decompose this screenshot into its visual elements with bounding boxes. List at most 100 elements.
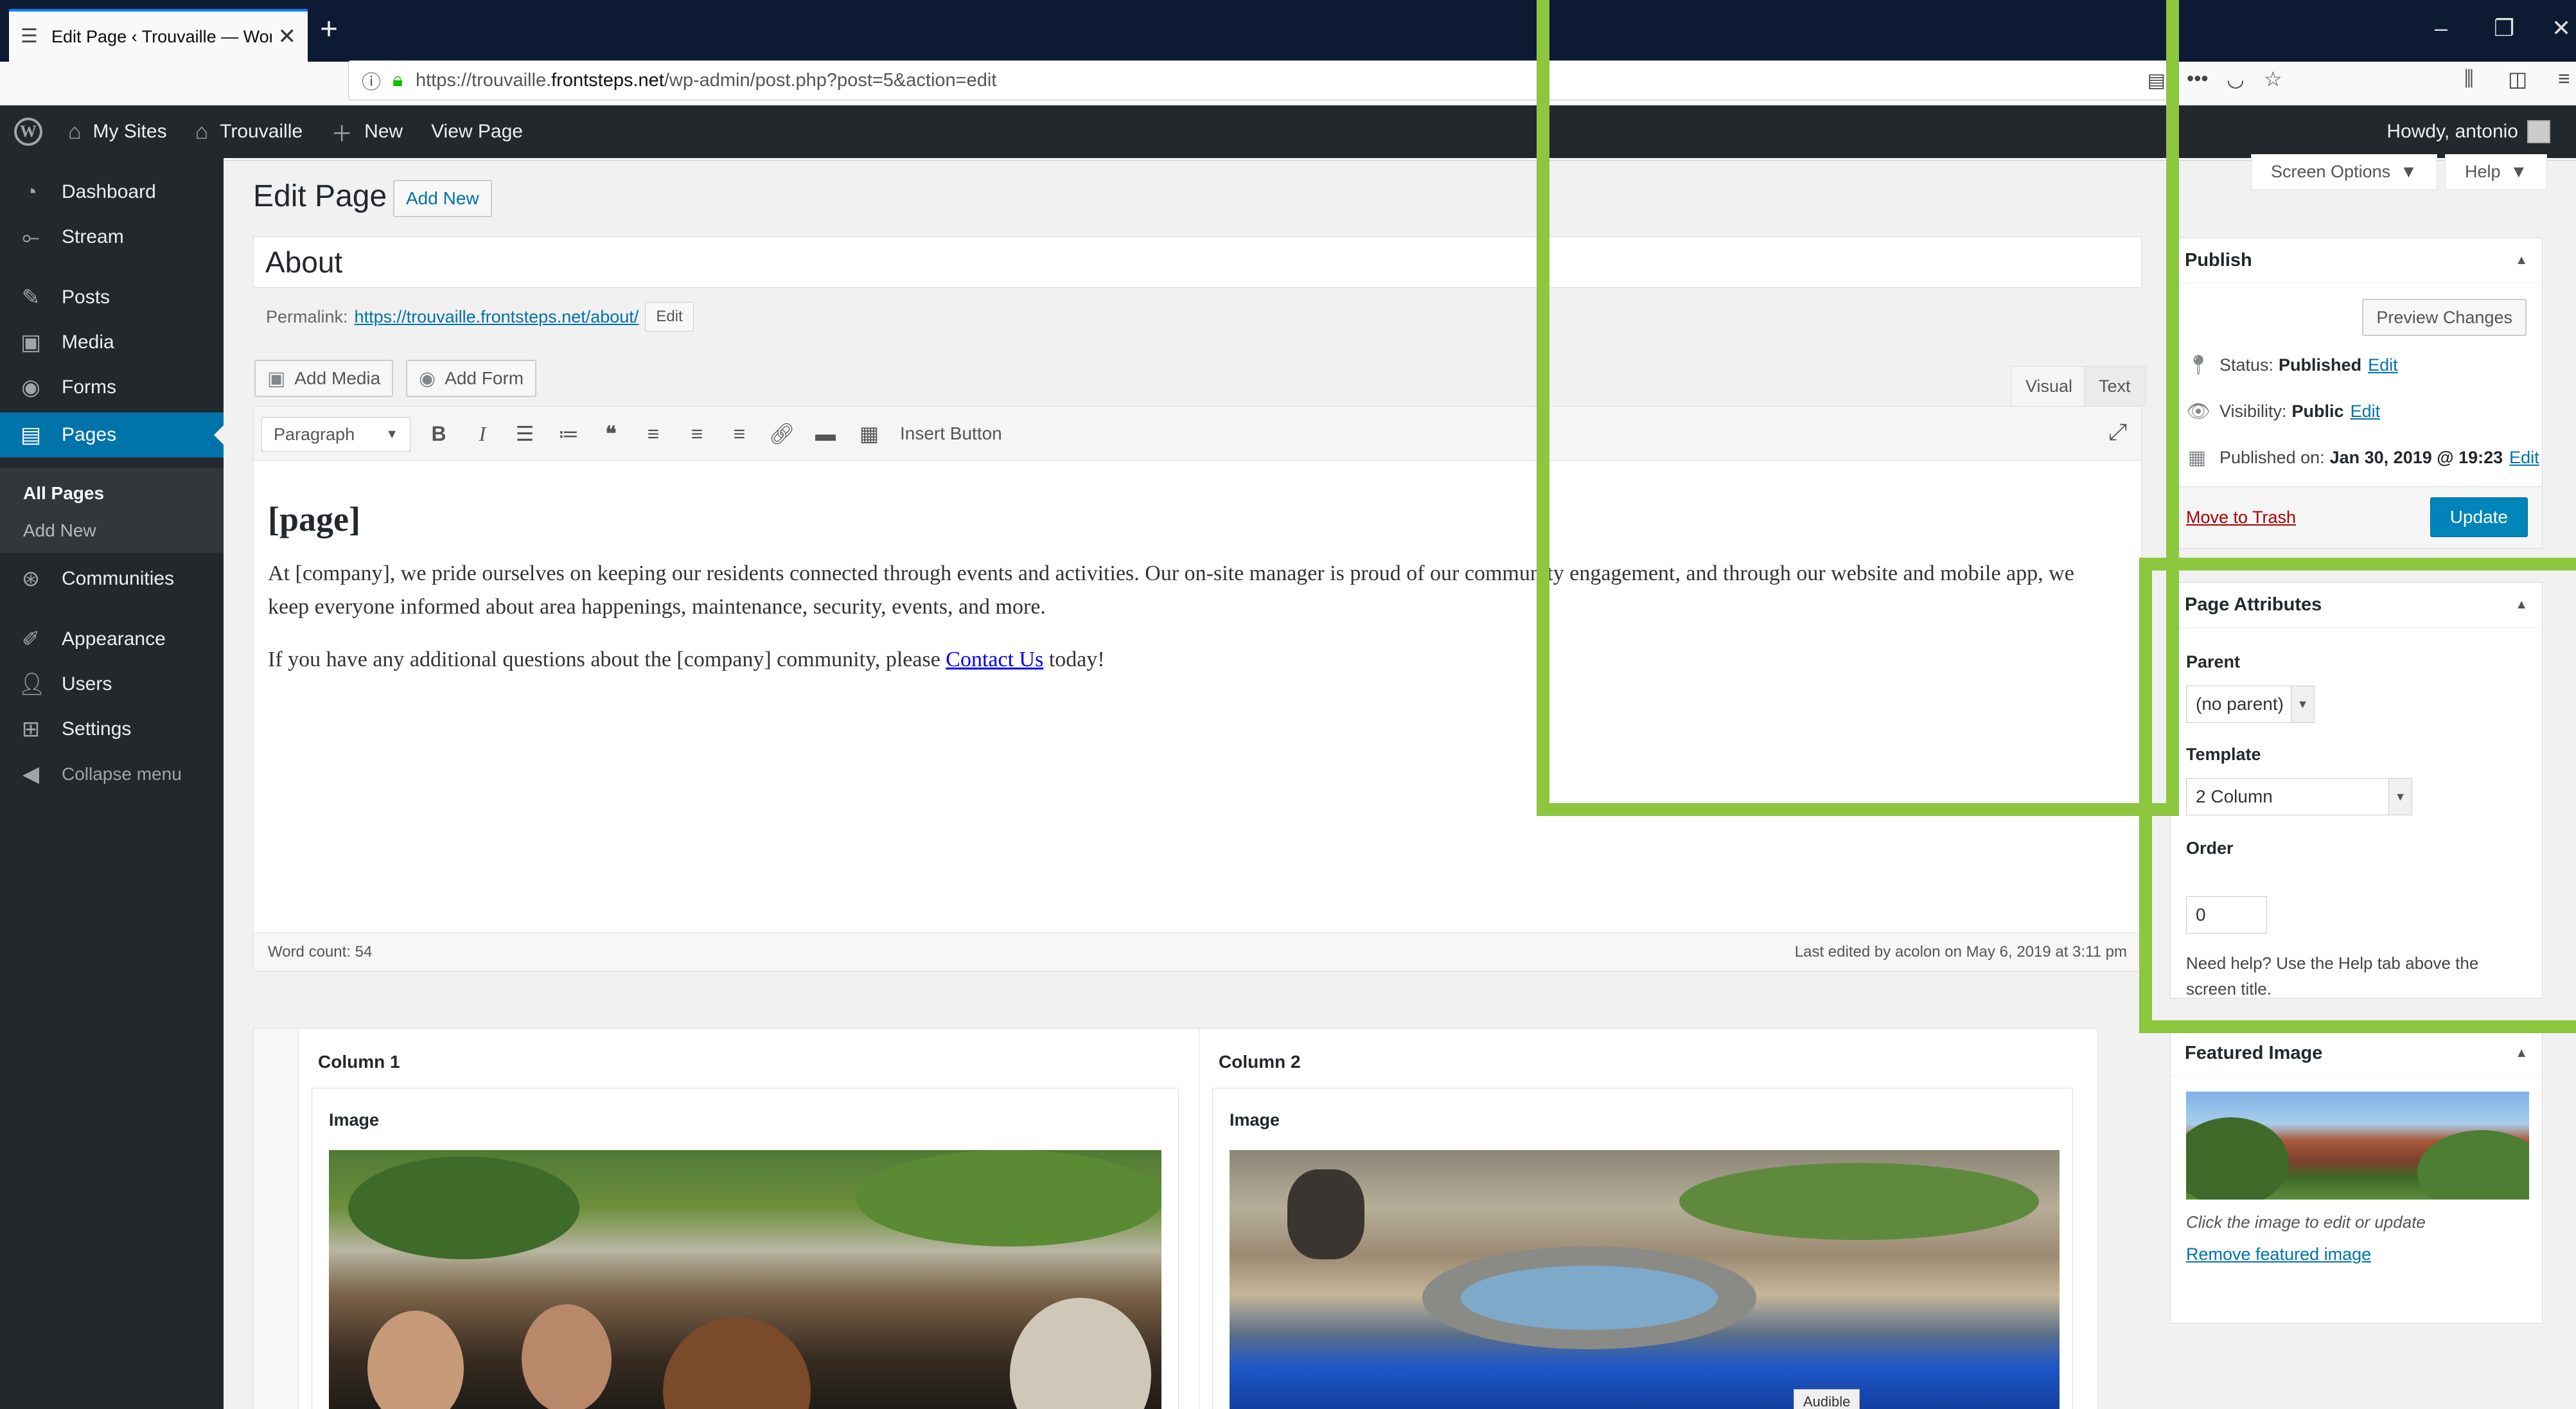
collapse-toggle-icon[interactable]: ▲ bbox=[2515, 253, 2528, 268]
permalink-edit-button[interactable]: Edit bbox=[645, 302, 694, 332]
template-select[interactable]: 2 Column ▼ bbox=[2186, 778, 2412, 815]
close-tab-icon[interactable]: ✕ bbox=[278, 24, 297, 49]
order-input[interactable]: 0 bbox=[2186, 896, 2267, 934]
move-to-trash-link[interactable]: Move to Trash bbox=[2186, 508, 2296, 527]
admin-bar-my-sites[interactable]: ⌂ My Sites bbox=[68, 120, 167, 145]
page-title: Edit Page bbox=[253, 179, 387, 213]
published-on-value: Jan 30, 2019 @ 19:23 bbox=[2329, 448, 2503, 467]
sidebar-item-forms[interactable]: ◉ Forms bbox=[0, 365, 224, 410]
menu-icon[interactable]: ≡ bbox=[2558, 67, 2570, 91]
admin-bar-account[interactable]: Howdy, antonio bbox=[2386, 105, 2550, 158]
crowd-image[interactable] bbox=[329, 1150, 1161, 1409]
wordpress-favicon-icon: ☰ bbox=[21, 26, 38, 47]
plus-icon: ＋ bbox=[331, 121, 353, 146]
visibility-edit-link[interactable]: Edit bbox=[2351, 402, 2381, 421]
sidebar-item-pages[interactable]: ▤ Pages bbox=[0, 412, 224, 457]
align-right-icon[interactable]: ≡ bbox=[725, 420, 754, 448]
featured-image-title: Featured Image bbox=[2185, 1043, 2323, 1063]
add-form-button[interactable]: ◉ Add Form bbox=[406, 360, 537, 397]
form-icon: ◉ bbox=[419, 368, 436, 389]
sidebar-item-communities[interactable]: ⊛ Communities bbox=[0, 556, 224, 601]
close-window-icon[interactable]: ✕ bbox=[2552, 15, 2571, 41]
new-tab-icon[interactable]: + bbox=[320, 14, 338, 45]
insert-button[interactable]: Insert Button bbox=[900, 420, 1002, 448]
admin-bar-view-page[interactable]: View Page bbox=[431, 121, 523, 143]
publish-title: Publish bbox=[2185, 250, 2252, 270]
sidebar-item-label: Users bbox=[62, 673, 112, 695]
url-bar[interactable]: ⓘ 🔒︎ https://trouvaille.frontsteps.net/w… bbox=[348, 60, 2179, 100]
pocket-icon[interactable]: ◡ bbox=[2227, 67, 2245, 91]
sidebar-item-appearance[interactable]: ✐ Appearance bbox=[0, 617, 224, 662]
tab-text[interactable]: Text bbox=[2084, 366, 2146, 406]
pool-image[interactable] bbox=[1230, 1150, 2060, 1409]
editor-content[interactable]: [page] At [company], we pride ourselves … bbox=[268, 461, 2118, 677]
sidebar-item-settings[interactable]: ⊞ Settings bbox=[0, 707, 224, 752]
format-select[interactable]: Paragraph ▼ bbox=[261, 417, 410, 452]
status-edit-link[interactable]: Edit bbox=[2368, 355, 2398, 375]
visibility-value: Public bbox=[2291, 402, 2344, 421]
wordpress-logo-icon[interactable]: W bbox=[14, 118, 42, 146]
post-title-input[interactable]: About bbox=[253, 236, 2142, 288]
sidebar-icon[interactable]: ◫ bbox=[2508, 67, 2527, 91]
sidebar-item-label: Forms bbox=[62, 377, 116, 398]
star-icon[interactable]: ☆ bbox=[2264, 67, 2282, 91]
stream-icon: ⟜ bbox=[22, 224, 40, 249]
featured-image-thumbnail[interactable] bbox=[2186, 1092, 2529, 1200]
numbered-list-icon[interactable]: ≔ bbox=[554, 420, 583, 448]
info-icon[interactable]: ⓘ bbox=[362, 66, 381, 94]
sidebar-item-media[interactable]: ▣ Media bbox=[0, 320, 224, 365]
blockquote-icon[interactable]: ❝ bbox=[597, 420, 625, 448]
preview-changes-button[interactable]: Preview Changes bbox=[2362, 299, 2527, 336]
link-icon[interactable]: 🔗︎ bbox=[768, 420, 796, 448]
collapse-toggle-icon[interactable]: ▲ bbox=[2515, 1046, 2528, 1061]
sidebar-collapse-menu[interactable]: ◀ Collapse menu bbox=[0, 752, 224, 797]
more-icon[interactable]: ••• bbox=[2187, 67, 2209, 91]
featured-image-box: Featured Image ▲ Click the image to edit … bbox=[2170, 1031, 2543, 1324]
admin-bar-new[interactable]: ＋ New bbox=[331, 116, 403, 148]
image-module[interactable]: Image bbox=[312, 1088, 1179, 1409]
reader-view-icon[interactable]: ▤ bbox=[2148, 69, 2166, 92]
sidebar-item-dashboard[interactable]: ◔ Dashboard bbox=[0, 170, 224, 215]
submenu-all-pages[interactable]: All Pages bbox=[23, 483, 104, 504]
page-attributes-header[interactable]: Page Attributes ▲ bbox=[2171, 583, 2542, 628]
published-on-edit-link[interactable]: Edit bbox=[2509, 448, 2539, 468]
visibility-label: Visibility: bbox=[2219, 402, 2287, 421]
parent-select[interactable]: (no parent) ▼ bbox=[2186, 686, 2315, 723]
contact-us-link[interactable]: Contact Us bbox=[946, 648, 1043, 671]
read-more-icon[interactable]: ▬ bbox=[811, 420, 840, 448]
garden-shape bbox=[1679, 1163, 2039, 1240]
library-icon[interactable]: ⫼ bbox=[2464, 67, 2474, 91]
publish-header[interactable]: Publish ▲ bbox=[2171, 238, 2542, 283]
bullet-list-icon[interactable]: ☰ bbox=[511, 420, 539, 448]
add-media-button[interactable]: ▣ Add Media bbox=[254, 360, 394, 397]
update-button[interactable]: Update bbox=[2430, 497, 2528, 537]
pin-icon: ✎ bbox=[21, 285, 40, 310]
submenu-add-new[interactable]: Add New bbox=[23, 520, 96, 541]
image-module[interactable]: Image bbox=[1212, 1088, 2073, 1409]
minimize-icon[interactable]: – bbox=[2435, 15, 2448, 41]
new-label: New bbox=[364, 121, 403, 142]
sidebar-item-stream[interactable]: ⟜ Stream bbox=[0, 215, 224, 260]
admin-bar-site-name[interactable]: ⌂ Trouvaille bbox=[195, 120, 303, 145]
toolbar-toggle-icon[interactable]: ▦ bbox=[855, 420, 883, 448]
sidebar-item-posts[interactable]: ✎ Posts bbox=[0, 275, 224, 320]
tab-visual[interactable]: Visual bbox=[2011, 366, 2088, 406]
fullscreen-icon[interactable]: ⤢ bbox=[2108, 418, 2127, 446]
permalink-link[interactable]: https://trouvaille.frontsteps.net/about/ bbox=[355, 307, 639, 327]
screen-options-button[interactable]: Screen Options ▼ bbox=[2251, 154, 2437, 190]
remove-featured-image-link[interactable]: Remove featured image bbox=[2186, 1245, 2371, 1264]
featured-image-header[interactable]: Featured Image ▲ bbox=[2171, 1031, 2542, 1076]
restore-icon[interactable]: ❐ bbox=[2494, 15, 2514, 41]
help-button[interactable]: Help ▼ bbox=[2445, 154, 2548, 190]
sidebar-item-users[interactable]: 👤︎ Users bbox=[0, 662, 224, 707]
format-select-value: Paragraph bbox=[274, 424, 355, 444]
bold-icon[interactable]: B bbox=[425, 420, 453, 448]
add-new-button[interactable]: Add New bbox=[393, 180, 492, 217]
browser-tab[interactable]: ☰ Edit Page ‹ Trouvaille — WordP ✕ bbox=[9, 9, 308, 62]
italic-icon[interactable]: I bbox=[468, 420, 497, 448]
align-center-icon[interactable]: ≡ bbox=[683, 420, 711, 448]
users-icon: 👤︎ bbox=[18, 672, 46, 696]
align-left-icon[interactable]: ≡ bbox=[639, 420, 667, 448]
collapse-toggle-icon[interactable]: ▲ bbox=[2515, 598, 2528, 612]
template-label: Template bbox=[2186, 745, 2261, 764]
